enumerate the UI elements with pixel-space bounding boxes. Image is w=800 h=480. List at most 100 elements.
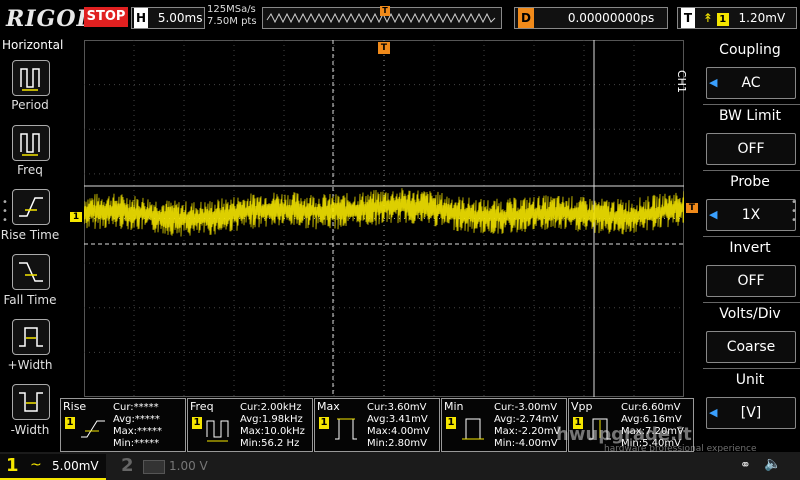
negative-width-icon (19, 392, 43, 412)
ch1-side-label: CH1 (675, 70, 688, 93)
measurement-minimum: Min:2.80mV (367, 438, 427, 449)
positive-width-label: +Width (7, 358, 53, 372)
period-label: Period (11, 98, 49, 112)
max-icon (335, 418, 357, 440)
probe-value-text: 1X (741, 207, 761, 223)
sample-rate: 125MSa/s (207, 4, 256, 15)
trigger-level: 1.20mV (738, 11, 786, 25)
fall-time-button[interactable] (12, 254, 50, 290)
measurement-name: Rise (63, 400, 87, 413)
fall-time-icon (19, 262, 43, 282)
measurement-channel-badge: 1 (446, 417, 456, 429)
freq-label: Freq (17, 163, 43, 177)
measurement-name: Max (317, 400, 340, 413)
measurement-current: Cur:***** (113, 402, 159, 413)
probe-arrow-icon: ◀ (709, 208, 718, 221)
coupling-value[interactable]: ◀ AC (706, 67, 796, 99)
ac-coupling-icon: ~ (30, 457, 42, 473)
waveform-display[interactable] (83, 40, 685, 397)
probe-value[interactable]: ◀ 1X (706, 199, 796, 231)
measurement-rise[interactable]: Rise 1 Cur:***** Avg:***** Max:***** Min… (60, 398, 186, 452)
channel-menu: Coupling ◀ AC BW Limit OFF Probe ◀ 1X Inve… (703, 38, 800, 452)
memory-depth: 7.50M pts (207, 16, 257, 27)
measurement-average: Avg:-2.74mV (494, 414, 559, 425)
delay-box[interactable]: D 0.00000000ps (514, 7, 668, 29)
brand-logo: RIGOL (6, 6, 93, 32)
measurement-maximum: Max:***** (113, 426, 163, 437)
usb-icon: ⚭ (740, 458, 751, 473)
unit-title: Unit (735, 372, 765, 388)
watermark-logo: hwupgrade.it (556, 424, 692, 445)
ch1-offset-marker[interactable]: 1 (70, 212, 82, 222)
bw-limit-value-text: OFF (737, 141, 765, 157)
speaker-icon[interactable]: 🔈 (764, 456, 781, 472)
invert-title: Invert (729, 240, 771, 256)
measurement-name: Vpp (571, 400, 593, 413)
unit-arrow-icon: ◀ (709, 406, 718, 419)
period-icon (20, 68, 40, 91)
menu-page-dots-icon[interactable]: • • • (791, 198, 797, 226)
measurement-channel-badge: 1 (319, 417, 329, 429)
coupling-arrow-icon: ◀ (709, 76, 718, 89)
freq-button[interactable] (12, 125, 50, 161)
trigger-box[interactable]: T ↟ 1 1.20mV (677, 7, 797, 29)
bw-limit-title: BW Limit (718, 108, 782, 124)
ch1-status[interactable]: 1 ~ 5.00mV (0, 454, 106, 480)
measurement-values: Cur:***** Avg:***** Max:***** Min:***** (113, 402, 162, 450)
menu-divider (703, 104, 800, 105)
volts-div-value-text: Coarse (726, 339, 776, 355)
min-icon (462, 418, 484, 440)
measurement-channel-badge: 1 (192, 417, 202, 429)
measurement-current: Cur:6.60mV (621, 402, 681, 413)
invert-value[interactable]: OFF (706, 265, 796, 297)
rise-time-button[interactable] (12, 189, 50, 225)
period-button[interactable] (12, 60, 50, 96)
ch1-number: 1 (6, 455, 19, 476)
unit-value-text: [V] (740, 405, 762, 421)
measurement-freq[interactable]: Freq 1 Cur:2.00kHz Avg:1.98kHz Max:10.0k… (187, 398, 313, 452)
measurement-minimum: Min:***** (113, 438, 160, 449)
negative-width-label: -Width (10, 423, 50, 437)
measurement-current: Cur:3.60mV (367, 402, 427, 413)
acquisition-info: 125MSa/s 7.50M pts (207, 4, 257, 28)
measurement-average: Avg:3.41mV (367, 414, 428, 425)
coupling-title: Coupling (719, 42, 781, 58)
delay-key: D (518, 8, 534, 28)
ch2-scale: 1.00 V (169, 459, 208, 473)
timebase-value: 5.00ms (157, 11, 203, 25)
measurement-minimum: Min:56.2 Hz (240, 438, 300, 449)
measurement-values: Cur:3.60mV Avg:3.41mV Max:4.00mV Min:2.8… (367, 402, 430, 450)
unit-value[interactable]: ◀ [V] (706, 397, 796, 429)
delay-value: 0.00000000ps (567, 11, 655, 25)
trigger-source-badge: 1 (716, 13, 729, 26)
memory-position-strip[interactable]: T (262, 6, 502, 29)
menu-divider (703, 236, 800, 237)
run-stop-status[interactable]: STOP (84, 7, 128, 27)
measurement-current: Cur:-3.00mV (494, 402, 558, 413)
rise-time-icon (19, 197, 43, 217)
timebase-key: H (134, 8, 148, 28)
rising-edge-icon: ↟ (702, 11, 713, 25)
trigger-level-marker[interactable]: T (686, 203, 698, 213)
menu-page-dots-icon[interactable]: • • • (2, 198, 8, 226)
measurement-channel-badge: 1 (65, 417, 75, 429)
volts-div-value[interactable]: Coarse (706, 331, 796, 363)
fall-time-label: Fall Time (3, 293, 57, 307)
ch1-scale: 5.00mV (52, 459, 99, 473)
measurement-min[interactable]: Min 1 Cur:-3.00mV Avg:-2.74mV Max:-2.20m… (441, 398, 567, 452)
ch2-number: 2 (121, 455, 134, 476)
bw-limit-value[interactable]: OFF (706, 133, 796, 165)
measurement-max[interactable]: Max 1 Cur:3.60mV Avg:3.41mV Max:4.00mV M… (314, 398, 440, 452)
measurement-average: Avg:***** (113, 414, 160, 425)
positive-width-button[interactable] (12, 319, 50, 355)
rise-time-label: Rise Time (0, 228, 60, 242)
ch2-status[interactable]: 2 1.00 V (115, 454, 210, 478)
rise-time-icon (81, 420, 105, 438)
timebase-box[interactable]: H 5.00ms (131, 7, 205, 29)
menu-title: Horizontal (2, 38, 64, 52)
negative-width-button[interactable] (12, 384, 50, 420)
menu-divider (703, 302, 800, 303)
volts-div-title: Volts/Div (719, 306, 781, 322)
trigger-position-marker[interactable]: T (378, 42, 390, 54)
measurement-values: Cur:2.00kHz Avg:1.98kHz Max:10.0kHz Min:… (240, 402, 305, 450)
